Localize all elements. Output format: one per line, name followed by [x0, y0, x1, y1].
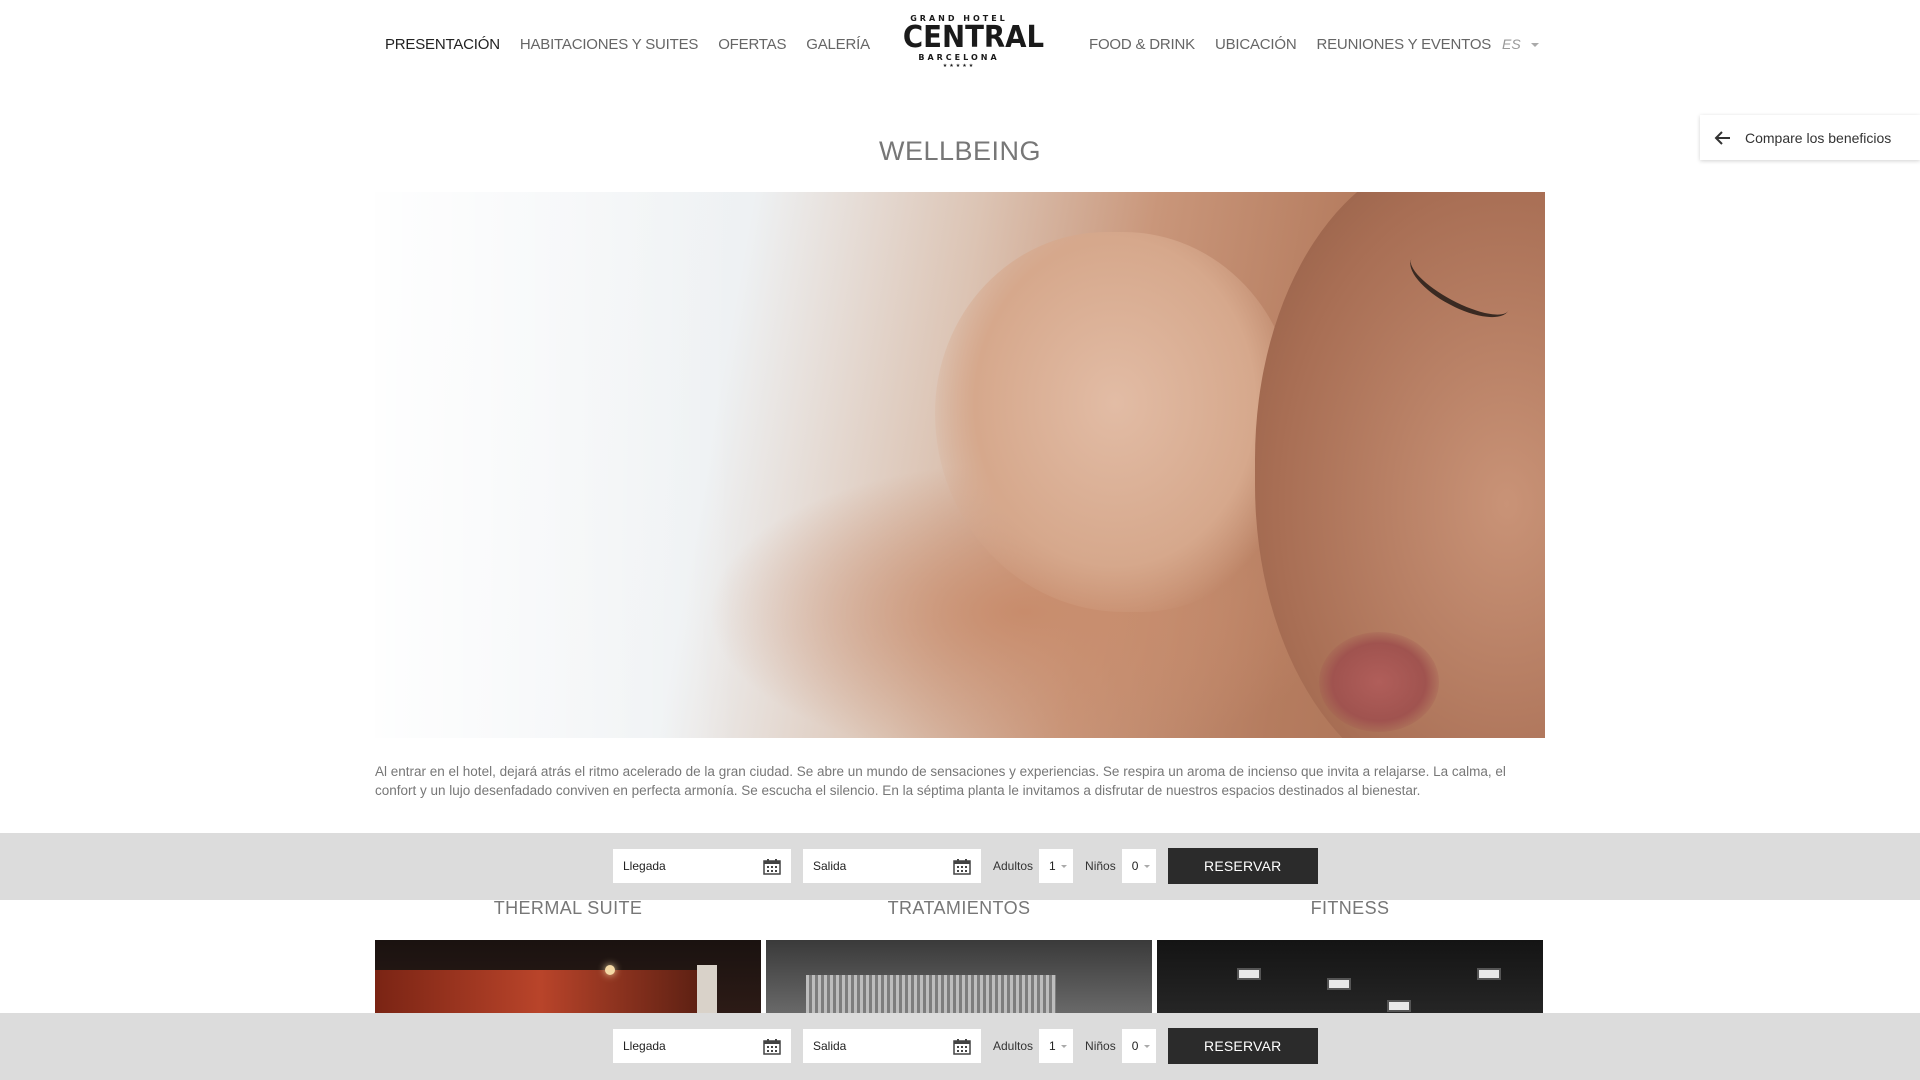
nav-item-ubicacion[interactable]: UBICACIÓN — [1215, 36, 1297, 53]
calendar-icon — [763, 858, 781, 875]
ceiling-light — [1327, 978, 1351, 990]
main-nav-left: PRESENTACIÓN HABITACIONES Y SUITES OFERT… — [385, 36, 870, 53]
site-header: PRESENTACIÓN HABITACIONES Y SUITES OFERT… — [0, 0, 1920, 100]
arrival-date-field[interactable]: Llegada — [613, 849, 791, 883]
section-thermal-suite[interactable]: THERMAL SUITE — [375, 898, 761, 1015]
intro-paragraph: Al entrar en el hotel, dejará atrás el r… — [375, 764, 1506, 798]
children-label: Niños — [1085, 1039, 1116, 1053]
hero-hand-shape — [935, 232, 1295, 612]
departure-date-field[interactable]: Salida — [803, 849, 981, 883]
logo-line-2: CENTRAL — [902, 20, 1045, 55]
nav-item-reuniones[interactable]: REUNIONES Y EVENTOS — [1317, 36, 1492, 53]
fitness-image[interactable] — [1157, 940, 1543, 1015]
page-title: WELLBEING — [878, 136, 1042, 166]
chevron-down-icon — [1143, 864, 1150, 868]
arrival-date-field[interactable]: Llegada — [613, 1029, 791, 1063]
nav-item-galeria[interactable]: GALERÍA — [806, 36, 870, 53]
calendar-icon — [953, 1038, 971, 1055]
adults-label: Adultos — [993, 1039, 1034, 1053]
hero-blur-overlay — [375, 192, 735, 738]
booking-form: Llegada Salida Adultos 1 Niños 0 RESERVA… — [613, 1028, 1318, 1064]
thermal-pillar — [697, 965, 717, 1015]
reserve-button[interactable]: RESERVAR — [1167, 1028, 1318, 1064]
wellbeing-sections: THERMAL SUITE TRATAMIENTOS FITNESS — [375, 898, 1545, 1015]
departure-date-placeholder: Salida — [813, 1039, 847, 1053]
hero-lips-shape — [1319, 632, 1439, 732]
departure-date-field[interactable]: Salida — [803, 1029, 981, 1063]
hero-massage-image — [375, 192, 1545, 738]
chevron-down-icon — [1061, 1044, 1068, 1048]
children-label: Niños — [1085, 859, 1116, 873]
chevron-down-icon — [1530, 43, 1539, 47]
nav-item-food-drink[interactable]: FOOD & DRINK — [1089, 36, 1195, 53]
booking-bar-sticky: Llegada Salida Adultos 1 Niños 0 RESERVA… — [0, 1013, 1920, 1080]
arrival-date-placeholder: Llegada — [623, 859, 666, 873]
section-tratamientos[interactable]: TRATAMIENTOS — [766, 898, 1152, 1015]
language-label: ES — [1502, 36, 1521, 52]
ceiling-light — [1387, 1000, 1411, 1012]
logo-stars: ★★★★★ — [942, 63, 976, 69]
tratamientos-blinds — [806, 975, 1056, 1015]
language-selector[interactable]: ES — [1502, 36, 1539, 52]
nav-item-habitaciones[interactable]: HABITACIONES Y SUITES — [520, 36, 699, 53]
section-fitness[interactable]: FITNESS — [1157, 898, 1543, 1015]
arrival-date-placeholder: Llegada — [623, 1039, 666, 1053]
hotel-logo[interactable]: GRAND HOTEL CENTRAL BARCELONA ★★★★★ — [898, 14, 1045, 69]
adults-label: Adultos — [993, 859, 1034, 873]
children-select[interactable]: 0 — [1121, 849, 1156, 883]
thermal-red-wall — [375, 970, 705, 1015]
children-value: 0 — [1131, 859, 1139, 873]
section-title: TRATAMIENTOS — [887, 898, 1031, 918]
nav-item-presentacion[interactable]: PRESENTACIÓN — [385, 36, 500, 53]
nav-item-ofertas[interactable]: OFERTAS — [718, 36, 786, 53]
booking-form: Llegada Salida Adultos 1 Niños 0 RESERVA… — [613, 848, 1318, 884]
chevron-down-icon — [1143, 1044, 1150, 1048]
section-title: FITNESS — [1310, 898, 1390, 918]
ceiling-light — [1237, 968, 1261, 980]
adults-value: 1 — [1049, 859, 1056, 873]
chevron-down-icon — [1061, 864, 1068, 868]
section-title: THERMAL SUITE — [493, 898, 643, 918]
children-value: 0 — [1131, 1039, 1139, 1053]
thermal-suite-image[interactable] — [375, 940, 761, 1015]
reserve-button[interactable]: RESERVAR — [1167, 848, 1318, 884]
adults-value: 1 — [1049, 1039, 1056, 1053]
ceiling-light — [1477, 968, 1501, 980]
adults-select[interactable]: 1 — [1039, 849, 1074, 883]
calendar-icon — [953, 858, 971, 875]
calendar-icon — [763, 1038, 781, 1055]
children-select[interactable]: 0 — [1121, 1029, 1156, 1063]
thermal-lamp — [605, 965, 615, 975]
booking-bar: Llegada Salida Adultos 1 Niños 0 RESERVA… — [0, 833, 1920, 900]
departure-date-placeholder: Salida — [813, 859, 847, 873]
adults-select[interactable]: 1 — [1039, 1029, 1074, 1063]
tratamientos-image[interactable] — [766, 940, 1152, 1015]
